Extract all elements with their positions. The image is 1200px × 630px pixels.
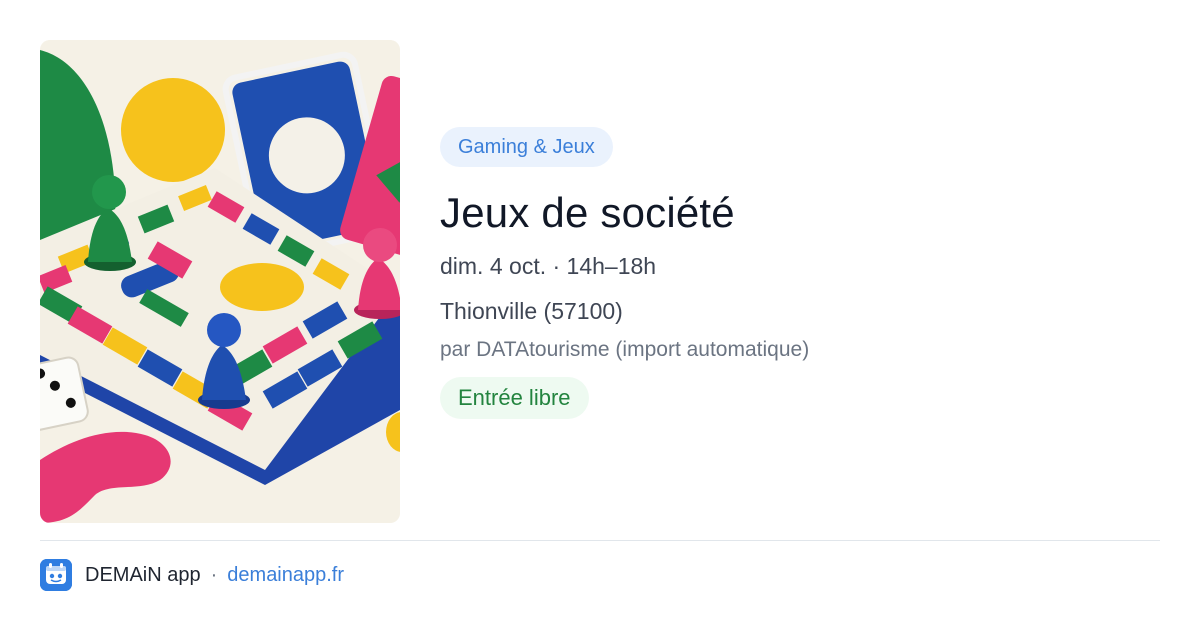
footer-app-name: DEMAiN app xyxy=(85,563,201,586)
event-title: Jeux de société xyxy=(440,189,735,236)
footer-separator: · xyxy=(210,563,218,586)
event-date-time: dim. 4 oct. · 14h–18h xyxy=(440,253,657,279)
event-card[interactable]: Gaming & Jeux Jeux de société dim. 4 oct… xyxy=(0,0,1200,630)
event-info: Gaming & Jeux Jeux de société dim. 4 oct… xyxy=(440,127,1160,419)
price-badge: Entrée libre xyxy=(440,377,589,419)
event-image xyxy=(40,40,400,523)
demain-app-icon xyxy=(40,559,72,591)
event-organizer: par DATAtourisme (import automatique) xyxy=(440,338,810,361)
footer-divider xyxy=(40,540,1160,541)
footer-domain-link[interactable]: demainapp.fr xyxy=(227,564,344,587)
event-location: Thionville (57100) xyxy=(440,298,623,324)
footer: DEMAiN app · demainapp.fr xyxy=(40,558,344,592)
category-badge[interactable]: Gaming & Jeux xyxy=(440,127,613,167)
board-game-illustration-icon xyxy=(40,40,400,523)
